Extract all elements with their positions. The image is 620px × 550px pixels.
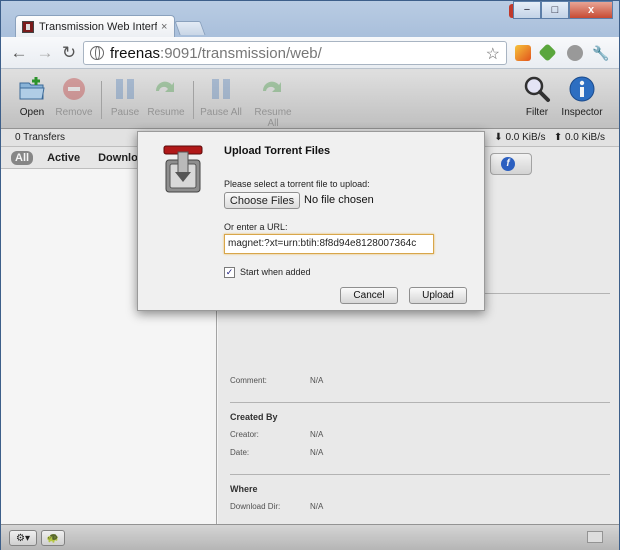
browser-tab[interactable]: Transmission Web Interfac × [15, 15, 175, 37]
file-prompt-label: Please select a torrent file to upload: [224, 179, 370, 189]
forward-icon[interactable]: → [35, 43, 55, 63]
transmission-favicon-icon [22, 20, 34, 33]
browser-toolbar: ← → ↻ freenas:9091/transmission/web/ ☆ 🔧 [1, 37, 619, 69]
minimize-button[interactable]: − [513, 1, 541, 19]
url-label: Or enter a URL: [224, 222, 288, 232]
no-file-chosen-text: No file chosen [304, 194, 374, 206]
close-window-button[interactable]: x [569, 1, 613, 19]
browser-window: Transmission Web Interfac × − □ x ← → ↻ … [0, 0, 620, 550]
cancel-button[interactable]: Cancel [340, 287, 398, 304]
back-icon[interactable]: ← [9, 43, 29, 63]
window-controls: − □ x [513, 1, 613, 19]
new-tab-button[interactable] [174, 21, 206, 35]
wrench-icon[interactable]: 🔧 [591, 43, 611, 63]
gray-extension-icon[interactable] [567, 45, 583, 61]
url-path: :9091/transmission/web/ [160, 44, 322, 62]
start-when-added-label: Start when added [240, 267, 311, 277]
address-bar[interactable]: freenas:9091/transmission/web/ ☆ [83, 41, 507, 65]
dialog-title: Upload Torrent Files [224, 145, 331, 157]
upload-button[interactable]: Upload [409, 287, 467, 304]
maximize-button[interactable]: □ [541, 1, 569, 19]
url-host: freenas [110, 44, 161, 62]
tab-close-icon[interactable]: × [161, 21, 167, 33]
tab-title: Transmission Web Interfac [39, 20, 157, 33]
globe-icon [90, 46, 104, 60]
feedly-extension-icon[interactable] [538, 43, 557, 62]
choose-files-button[interactable]: Choose Files [224, 192, 300, 209]
torrent-url-input[interactable]: magnet:?xt=urn:btih:8f8d94e8128007364c [224, 234, 434, 254]
lightning-extension-icon[interactable] [515, 45, 531, 61]
start-when-added-checkbox[interactable]: ✓ [224, 267, 235, 278]
transmission-logo-icon [160, 142, 206, 194]
upload-dialog: Upload Torrent Files Please select a tor… [137, 131, 485, 311]
bookmark-star-icon[interactable]: ☆ [486, 44, 500, 64]
tab-strip: Transmission Web Interfac × − □ x [1, 1, 619, 37]
reload-icon[interactable]: ↻ [59, 43, 79, 63]
